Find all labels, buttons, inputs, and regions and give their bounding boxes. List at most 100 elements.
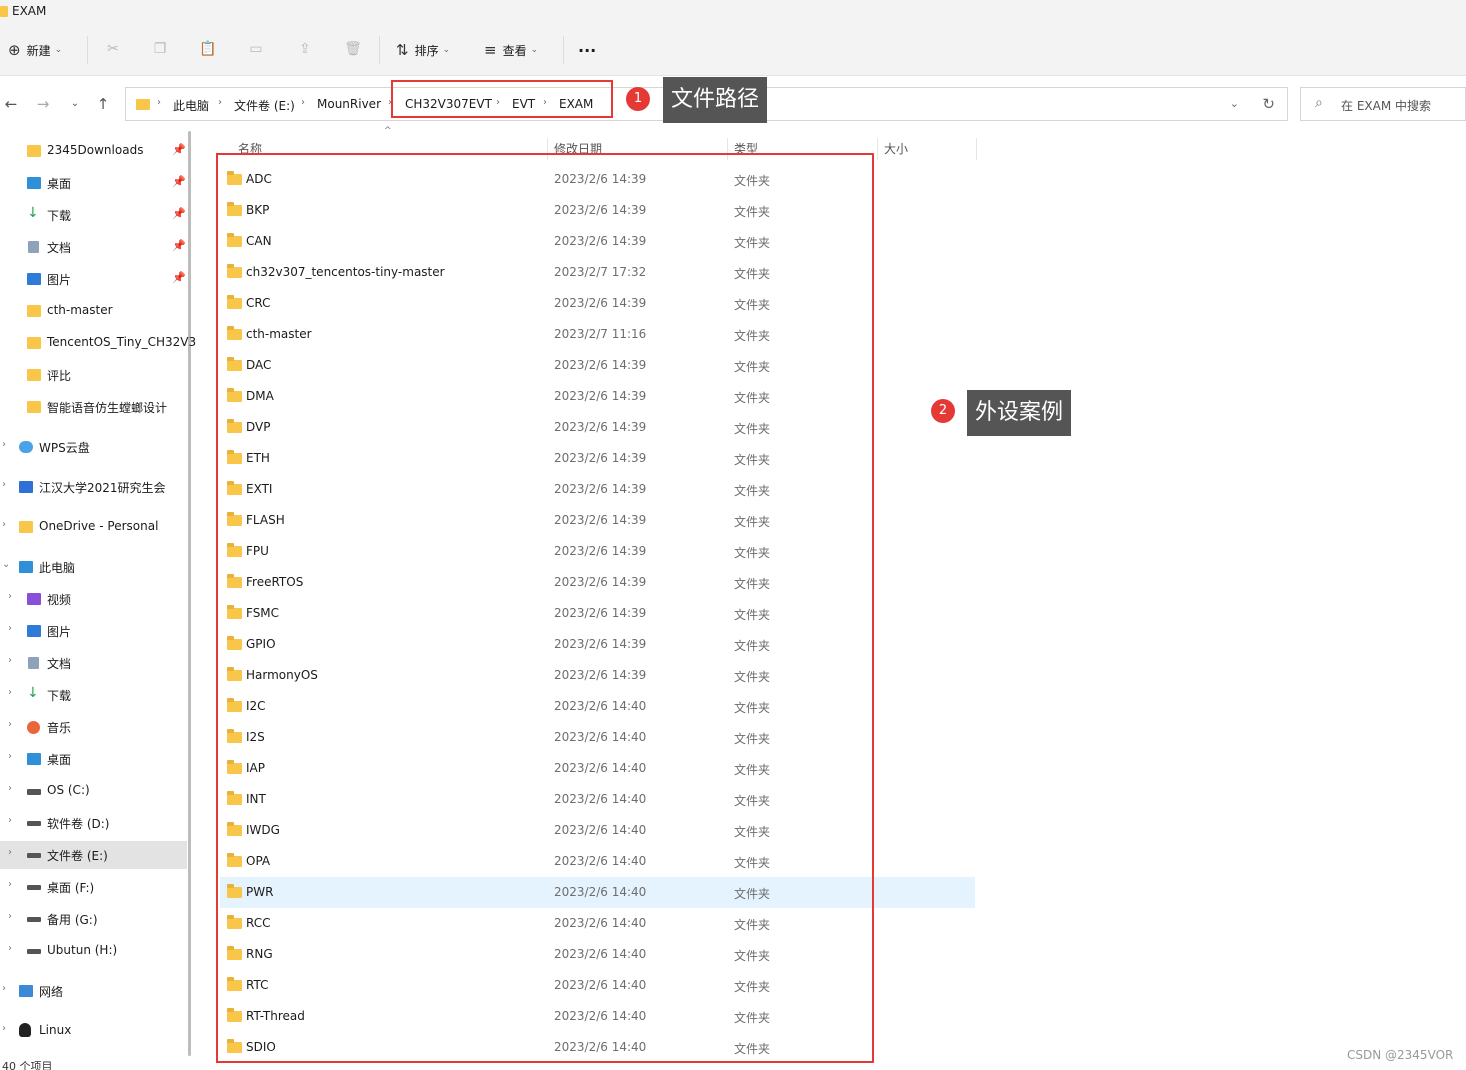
sidebar-item-drive-c[interactable]: › OS (C:) <box>0 777 187 805</box>
sidebar-item-cth-master[interactable]: cth-master <box>0 297 187 325</box>
search-placeholder: 在 EXAM 中搜索 <box>1341 99 1431 113</box>
chevron-right-icon[interactable]: › <box>2 479 6 490</box>
sidebar-item-label: 音乐 <box>47 721 72 735</box>
drive-icon <box>27 821 41 826</box>
sidebar-item-label: 文件卷 (E:) <box>47 849 108 863</box>
sidebar-item-label: 备用 (G:) <box>47 913 98 927</box>
chevron-right-icon[interactable]: › <box>8 655 12 666</box>
sidebar-item-downloads[interactable]: ↓ 下载 📌 <box>0 201 187 229</box>
sidebar-item-desktop[interactable]: 桌面 📌 <box>0 169 187 197</box>
chevron-right-icon[interactable]: › <box>2 1023 6 1034</box>
sidebar-item-documents[interactable]: 文档 📌 <box>0 233 187 261</box>
chevron-right-icon[interactable]: › <box>8 911 12 922</box>
sidebar-item-onedrive[interactable]: › OneDrive - Personal <box>0 513 187 541</box>
folder-icon <box>27 337 41 349</box>
refresh-icon[interactable]: ↻ <box>1262 95 1275 113</box>
drive-icon <box>27 917 41 922</box>
forward-arrow-icon[interactable]: → <box>34 95 52 113</box>
more-options-button[interactable]: ··· <box>578 38 596 62</box>
sidebar-item-pc-documents[interactable]: › 文档 <box>0 649 187 677</box>
cut-icon[interactable]: ✂ <box>104 40 122 58</box>
sidebar-item-tencentos[interactable]: TencentOS_Tiny_CH32V3 <box>0 329 196 357</box>
chevron-right-icon[interactable]: › <box>2 519 6 530</box>
chevron-right-icon[interactable]: › <box>8 719 12 730</box>
folder-icon <box>136 99 150 110</box>
sort-label: 排序 <box>414 43 439 58</box>
video-icon <box>27 593 41 605</box>
sidebar-item-this-pc[interactable]: ⌄ 此电脑 <box>0 553 187 581</box>
chevron-down-icon[interactable]: ⌄ <box>2 559 10 570</box>
column-divider[interactable] <box>877 138 878 160</box>
sidebar-item-network[interactable]: › 网络 <box>0 977 187 1005</box>
sidebar-item-drive-e[interactable]: › 文件卷 (E:) <box>0 841 187 869</box>
sidebar-item-linux[interactable]: › Linux <box>0 1017 187 1045</box>
sidebar-item-jianghan[interactable]: › 江汉大学2021研究生会 <box>0 473 187 501</box>
window-title: EXAM <box>12 4 47 18</box>
sidebar-item-drive-f[interactable]: › 桌面 (F:) <box>0 873 187 901</box>
rename-icon[interactable]: ▭ <box>247 40 265 58</box>
chevron-right-icon[interactable]: › <box>8 879 12 890</box>
cloud-icon <box>19 441 33 453</box>
sidebar-item-drive-g[interactable]: › 备用 (G:) <box>0 905 187 933</box>
new-button[interactable]: ⊕ 新建 ⌄ <box>8 38 62 62</box>
breadcrumb-this-pc[interactable]: 此电脑 <box>173 97 209 114</box>
annotation-badge-1: 1 <box>626 87 650 111</box>
annotation-callout-path: 文件路径 <box>663 77 768 123</box>
linux-icon <box>19 1023 31 1037</box>
chevron-right-icon[interactable]: › <box>8 687 12 698</box>
chevron-right-icon[interactable]: › <box>2 983 6 994</box>
annotation-badge-2: 2 <box>931 399 955 423</box>
sidebar-item-label: Ubutun (H:) <box>47 943 118 957</box>
address-history-chevron-icon[interactable]: ⌄ <box>1230 97 1239 110</box>
folder-icon <box>27 369 41 381</box>
chevron-right-icon[interactable]: › <box>2 439 6 450</box>
paste-icon[interactable]: 📋 <box>199 40 217 58</box>
sidebar-item-pingbi[interactable]: 评比 <box>0 361 187 389</box>
breadcrumb-drive-e[interactable]: 文件卷 (E:) <box>234 97 295 114</box>
column-header-size[interactable]: 大小 <box>884 140 908 157</box>
pin-icon: 📌 <box>172 207 186 220</box>
breadcrumb-separator-icon: › <box>157 97 161 108</box>
new-label: 新建 <box>26 43 51 58</box>
chevron-right-icon[interactable]: › <box>8 943 12 954</box>
delete-icon[interactable]: 🗑 <box>344 40 362 58</box>
sidebar-item-pc-downloads[interactable]: › ↓ 下载 <box>0 681 187 709</box>
search-icon: ⌕ <box>1315 95 1323 111</box>
recent-locations-chevron-icon[interactable]: ⌄ <box>66 98 84 109</box>
sidebar-item-wps-cloud[interactable]: › WPS云盘 <box>0 433 187 461</box>
sidebar-item-drive-d[interactable]: › 软件卷 (D:) <box>0 809 187 837</box>
sidebar-item-label: cth-master <box>47 303 113 317</box>
back-arrow-icon[interactable]: ← <box>2 95 20 113</box>
chevron-right-icon[interactable]: › <box>8 751 12 762</box>
network-icon <box>19 985 33 997</box>
view-button[interactable]: ≡ 查看 ⌄ <box>484 38 538 62</box>
pin-icon: 📌 <box>172 143 186 156</box>
download-icon: ↓ <box>27 205 39 221</box>
copy-icon[interactable]: ❐ <box>151 40 169 58</box>
chevron-right-icon[interactable]: › <box>8 591 12 602</box>
chevron-right-icon[interactable]: › <box>8 847 12 858</box>
sort-button[interactable]: ⇅ 排序 ⌄ <box>396 38 450 62</box>
sidebar-item-pictures[interactable]: 图片 📌 <box>0 265 187 293</box>
up-arrow-icon[interactable]: ↑ <box>94 95 112 113</box>
sidebar-item-drive-h[interactable]: › Ubutun (H:) <box>0 937 187 965</box>
sidebar-item-mantis-design[interactable]: 智能语音仿生螳螂设计 <box>0 393 187 421</box>
breadcrumb-mounriver[interactable]: MounRiver <box>317 97 381 111</box>
sidebar-item-label: WPS云盘 <box>39 441 90 455</box>
search-box[interactable]: ⌕ 在 EXAM 中搜索 <box>1300 87 1466 121</box>
sidebar-item-pc-desktop[interactable]: › 桌面 <box>0 745 187 773</box>
sidebar-item-pc-pictures[interactable]: › 图片 <box>0 617 187 645</box>
share-icon[interactable]: ⇪ <box>296 40 314 58</box>
chevron-right-icon[interactable]: › <box>8 783 12 794</box>
sidebar-item-2345downloads[interactable]: 2345Downloads 📌 <box>0 137 187 165</box>
sidebar-scrollbar[interactable] <box>188 131 191 1056</box>
chevron-right-icon[interactable]: › <box>8 623 12 634</box>
sidebar-item-videos[interactable]: › 视频 <box>0 585 187 613</box>
status-bar-item-count: 40 个项目 <box>2 1060 53 1070</box>
navigation-pane: 2345Downloads 📌 桌面 📌 ↓ 下载 📌 文档 📌 图片 📌 ct… <box>0 131 196 1070</box>
column-divider[interactable] <box>976 138 977 160</box>
sidebar-item-label: 视频 <box>47 593 72 607</box>
chevron-right-icon[interactable]: › <box>8 815 12 826</box>
sidebar-item-label: OneDrive - Personal <box>39 519 159 533</box>
sidebar-item-music[interactable]: › 音乐 <box>0 713 187 741</box>
